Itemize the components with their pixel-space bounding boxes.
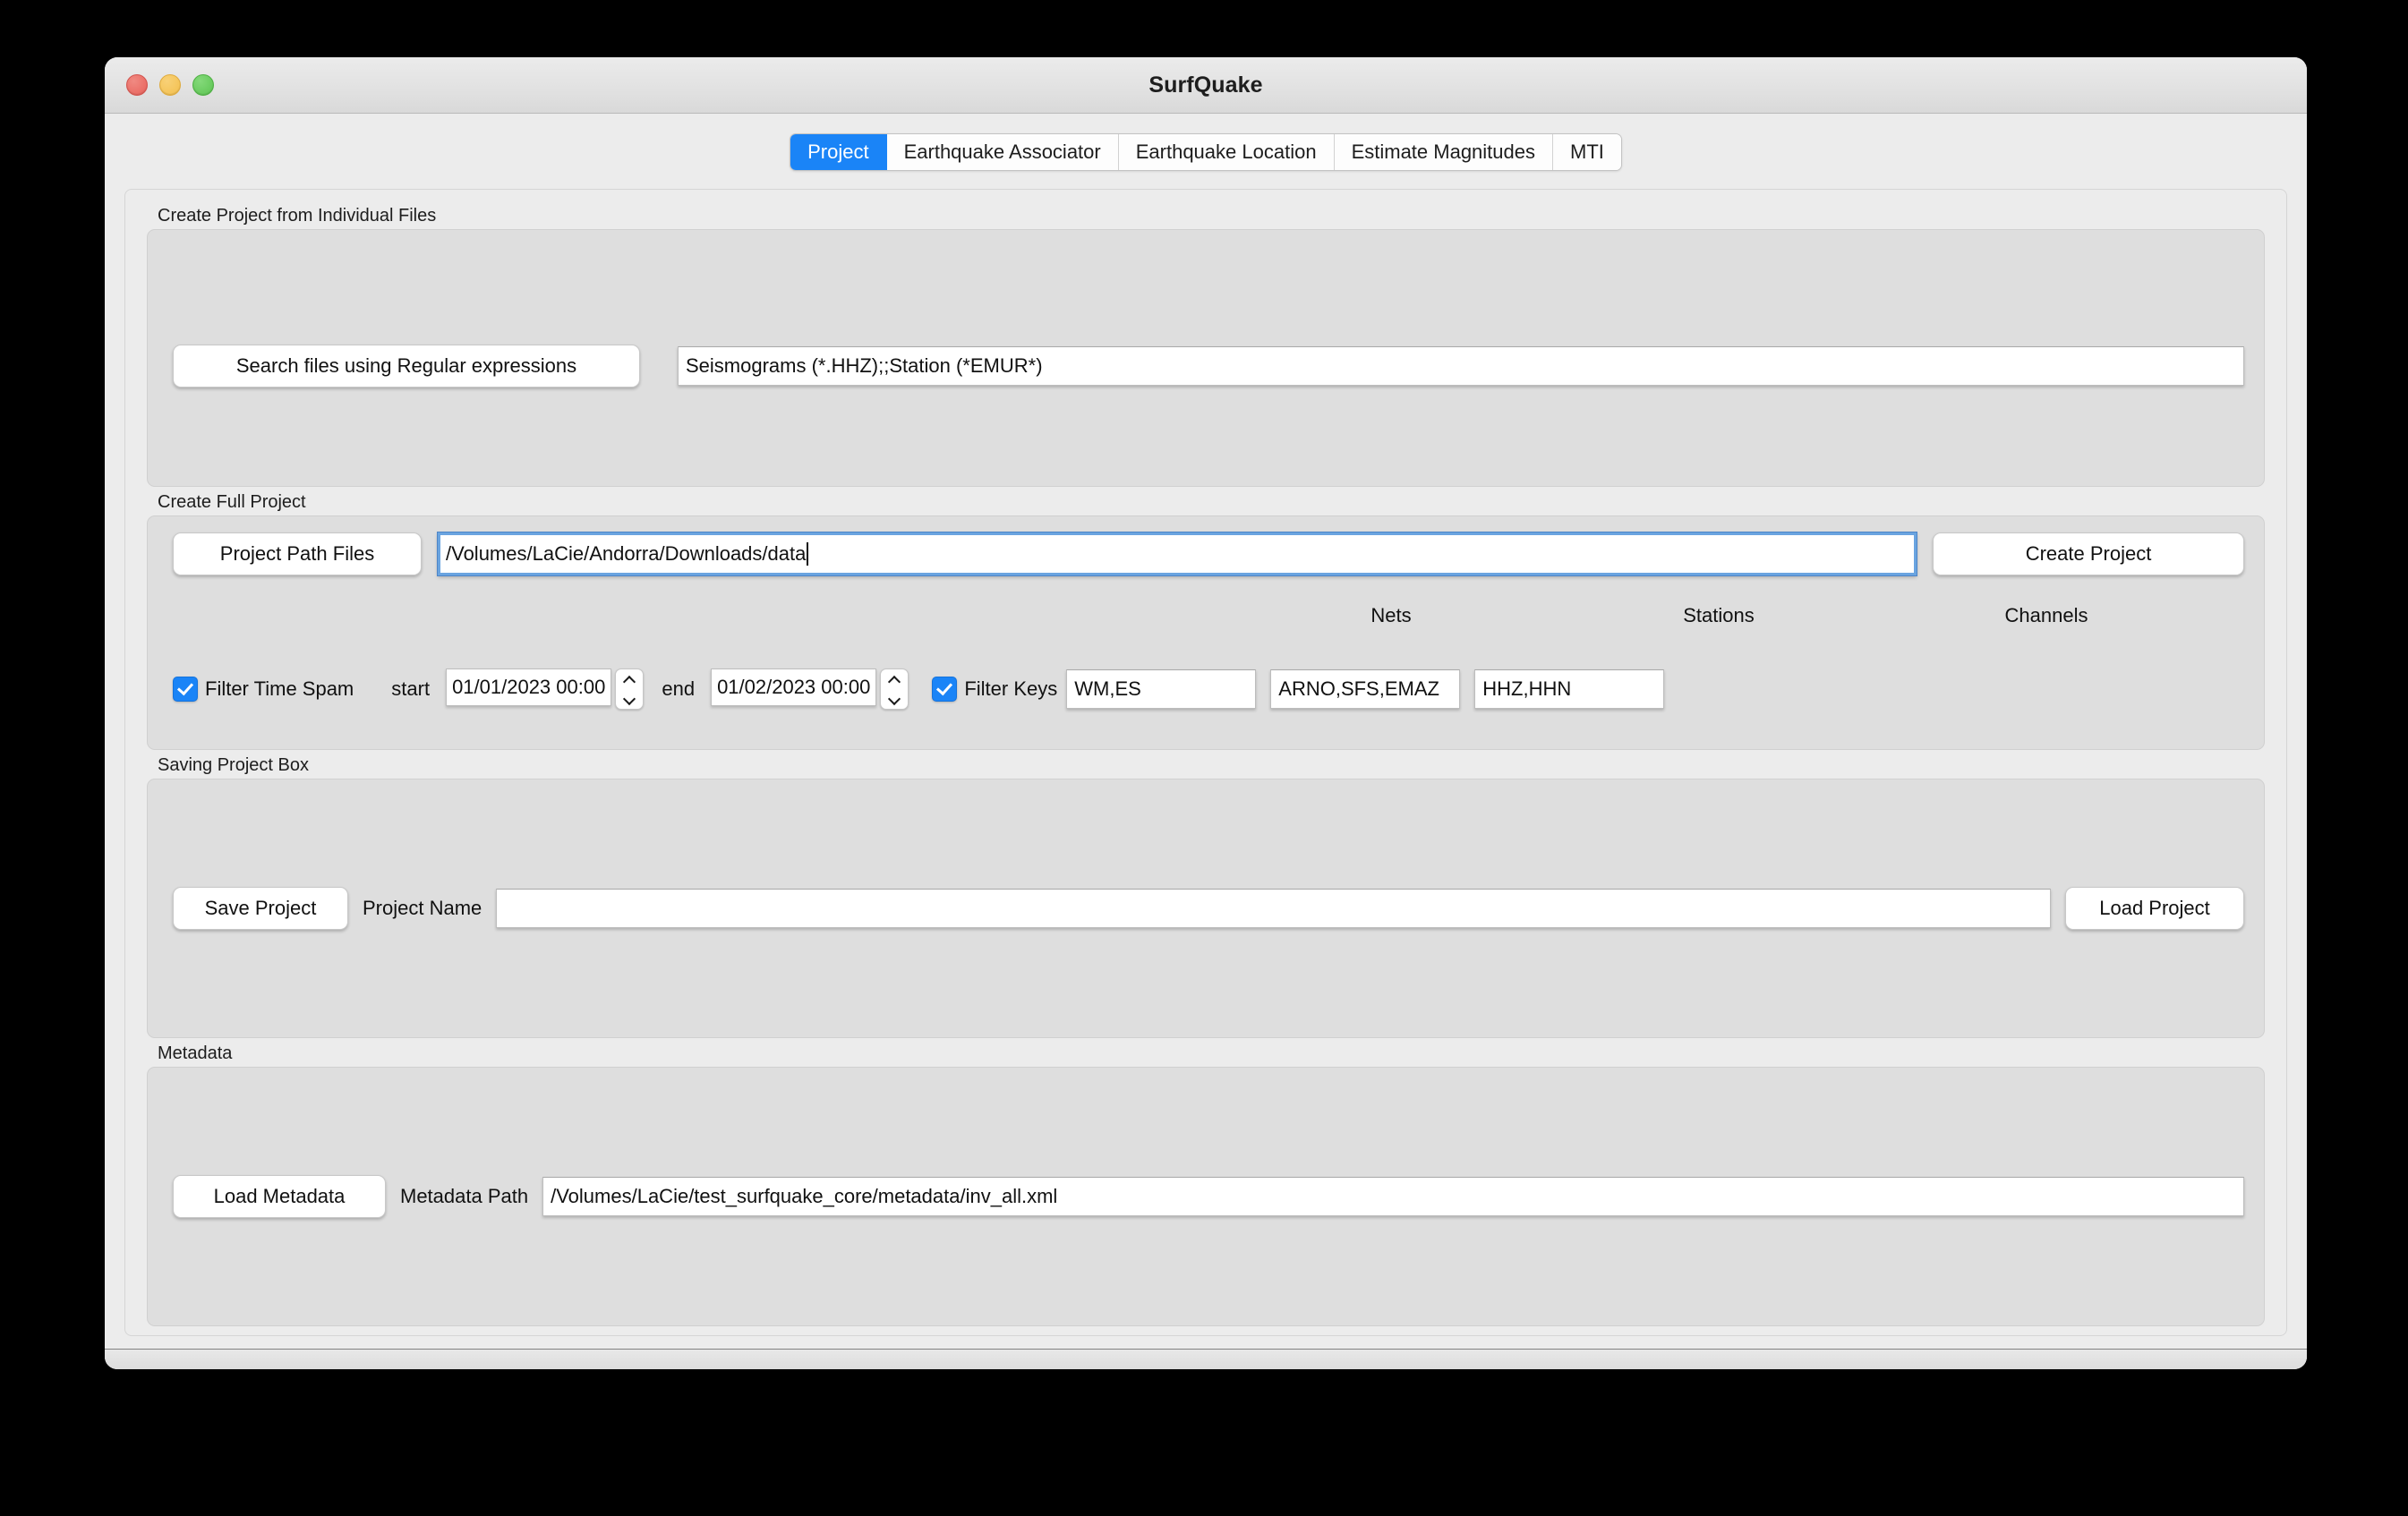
- zoom-button-icon[interactable]: [192, 74, 214, 96]
- text-caret: [807, 542, 809, 566]
- start-datetime-input[interactable]: 01/01/2023 00:00: [446, 669, 612, 706]
- filter-time-spam-checkbox-group[interactable]: Filter Time Spam: [173, 677, 354, 702]
- group-title-full-project: Create Full Project: [158, 492, 306, 512]
- row-metadata-path: Load Metadata Metadata Path /Volumes/LaC…: [173, 1175, 2244, 1218]
- start-datetime-stepper[interactable]: [615, 669, 645, 710]
- create-project-button[interactable]: Create Project: [1933, 532, 2244, 575]
- row-filters: Filter Time Spam start 01/01/2023 00:00 …: [173, 669, 2244, 710]
- end-datetime-spinner[interactable]: 01/02/2023 00:00: [711, 669, 909, 710]
- header-spacer: [173, 604, 1227, 627]
- group-frame-individual-files: Search files using Regular expressions S…: [147, 229, 2265, 487]
- row-search-files: Search files using Regular expressions S…: [173, 345, 2244, 388]
- tab-bar: Project Earthquake Associator Earthquake…: [105, 114, 2307, 183]
- channels-input[interactable]: HHZ,HHN: [1474, 669, 1665, 709]
- group-create-from-individual-files: Create Project from Individual Files Sea…: [147, 206, 2265, 487]
- end-label: end: [662, 677, 696, 700]
- window-body: Project Earthquake Associator Earthquake…: [105, 114, 2307, 1369]
- load-project-button[interactable]: Load Project: [2065, 887, 2244, 930]
- group-title-metadata: Metadata: [158, 1043, 233, 1063]
- window-bottom-bar: [105, 1349, 2307, 1369]
- group-title-individual-files: Create Project from Individual Files: [158, 206, 437, 226]
- minimize-button-icon[interactable]: [159, 74, 181, 96]
- window-title: SurfQuake: [1148, 72, 1263, 98]
- search-files-regex-button[interactable]: Search files using Regular expressions: [173, 345, 640, 388]
- end-datetime-input[interactable]: 01/02/2023 00:00: [711, 669, 877, 706]
- row-save-project: Save Project Project Name Load Project: [173, 887, 2244, 930]
- tab-strip: Project Earthquake Associator Earthquake…: [790, 133, 1622, 171]
- metadata-path-label: Metadata Path: [400, 1185, 529, 1207]
- tab-earthquake-associator[interactable]: Earthquake Associator: [886, 134, 1119, 170]
- group-saving-project: Saving Project Box Save Project Project …: [147, 755, 2265, 1038]
- chevron-up-icon[interactable]: [889, 677, 900, 683]
- project-path-input-value: /Volumes/LaCie/Andorra/Downloads/data: [446, 542, 807, 565]
- group-create-full-project: Create Full Project Project Path Files /…: [147, 492, 2265, 750]
- column-header-stations: Stations: [1683, 604, 1755, 626]
- tab-project[interactable]: Project: [790, 134, 887, 170]
- stations-input[interactable]: ARNO,SFS,EMAZ: [1270, 669, 1461, 709]
- window-controls: [126, 57, 214, 113]
- project-name-label: Project Name: [363, 897, 482, 919]
- group-frame-full-project: Project Path Files /Volumes/LaCie/Andorr…: [147, 515, 2265, 750]
- tab-earthquake-location[interactable]: Earthquake Location: [1118, 134, 1335, 170]
- close-button-icon[interactable]: [126, 74, 148, 96]
- chevron-down-icon[interactable]: [624, 696, 635, 703]
- regex-pattern-input[interactable]: Seismograms (*.HHZ);;Station (*EMUR*): [678, 346, 2244, 386]
- project-path-input[interactable]: /Volumes/LaCie/Andorra/Downloads/data: [438, 532, 1917, 575]
- group-frame-saving-project: Save Project Project Name Load Project: [147, 779, 2265, 1038]
- group-frame-metadata: Load Metadata Metadata Path /Volumes/LaC…: [147, 1067, 2265, 1326]
- chevron-down-icon[interactable]: [889, 696, 900, 703]
- app-window: SurfQuake Project Earthquake Associator …: [105, 57, 2307, 1369]
- tab-mti[interactable]: MTI: [1553, 134, 1621, 170]
- group-metadata: Metadata Load Metadata Metadata Path /Vo…: [147, 1043, 2265, 1326]
- filter-keys-checkbox-group[interactable]: Filter Keys: [932, 677, 1057, 702]
- project-path-files-button[interactable]: Project Path Files: [173, 532, 422, 575]
- start-label: start: [391, 677, 431, 700]
- group-title-saving-project: Saving Project Box: [158, 755, 309, 775]
- row-column-headers: Nets Stations Channels: [173, 604, 2244, 627]
- column-header-channels: Channels: [2004, 604, 2088, 626]
- column-header-nets: Nets: [1371, 604, 1412, 626]
- project-tab-panel: Create Project from Individual Files Sea…: [124, 189, 2287, 1336]
- filter-keys-label: Filter Keys: [964, 677, 1058, 700]
- filter-time-spam-checkbox[interactable]: [173, 677, 198, 702]
- metadata-path-input[interactable]: /Volumes/LaCie/test_surfquake_core/metad…: [542, 1177, 2244, 1216]
- nets-input[interactable]: WM,ES: [1066, 669, 1257, 709]
- filter-keys-inputs: WM,ES ARNO,SFS,EMAZ HHZ,HHN: [1066, 669, 1665, 709]
- save-project-button[interactable]: Save Project: [173, 887, 348, 930]
- load-metadata-button[interactable]: Load Metadata: [173, 1175, 386, 1218]
- filter-time-spam-label: Filter Time Spam: [205, 677, 354, 700]
- filter-keys-checkbox[interactable]: [932, 677, 958, 702]
- end-datetime-stepper[interactable]: [880, 669, 909, 710]
- row-project-path: Project Path Files /Volumes/LaCie/Andorr…: [173, 532, 2244, 575]
- project-name-input[interactable]: [496, 889, 2051, 928]
- tab-estimate-magnitudes[interactable]: Estimate Magnitudes: [1334, 134, 1553, 170]
- chevron-up-icon[interactable]: [624, 677, 635, 683]
- window-titlebar: SurfQuake: [105, 57, 2307, 114]
- start-datetime-spinner[interactable]: 01/01/2023 00:00: [446, 669, 645, 710]
